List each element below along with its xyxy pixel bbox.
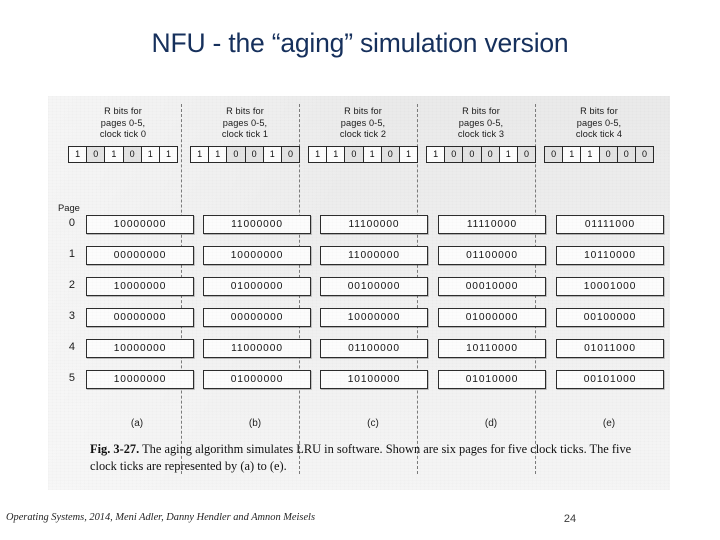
r-bit-cell: 1 (363, 146, 382, 162)
r-bit-cell: 0 (87, 146, 106, 162)
r-bit-cell: 0 (617, 146, 636, 162)
r-bit-cell: 0 (481, 146, 500, 162)
r-bit-cell: 1 (159, 146, 178, 162)
r-bit-cell: 1 (141, 146, 160, 162)
counter-box: 10110000 (556, 246, 664, 265)
counter-box: 10000000 (86, 339, 194, 358)
counter-box: 01000000 (438, 308, 546, 327)
figure-number: Fig. 3-27. (90, 442, 140, 456)
subfigure-label-a: (a) (130, 418, 144, 429)
table-row: 10000000 11000000 11100000 11110000 0111… (48, 215, 670, 236)
counter-box: 10100000 (320, 370, 428, 389)
counter-box: 00000000 (86, 308, 194, 327)
subfigure-label-b: (b) (248, 418, 262, 429)
counter-box: 00100000 (320, 277, 428, 296)
subfigure-label-e: (e) (602, 418, 616, 429)
table-row: 00000000 00000000 10000000 01000000 0010… (48, 308, 670, 329)
column-header: R bits for pages 0-5, clock tick 2 (339, 106, 387, 140)
counter-box: 01000000 (203, 277, 311, 296)
table-row: 10000000 01000000 10100000 01010000 0010… (48, 370, 670, 391)
table-row: 10000000 01000000 00100000 00010000 1000… (48, 277, 670, 298)
r-bit-cell: 0 (227, 146, 246, 162)
r-bit-cell: 1 (399, 146, 418, 162)
r-bits-strip: 1 1 0 1 0 1 (308, 145, 418, 163)
column-header: R bits for pages 0-5, clock tick 1 (221, 106, 269, 140)
counter-box: 01100000 (438, 246, 546, 265)
table-row: 10000000 11000000 01100000 10110000 0101… (48, 339, 670, 360)
r-bit-cell: 1 (263, 146, 282, 162)
counter-box: 01111000 (556, 215, 664, 234)
r-bits-strip: 0 1 1 0 0 0 (544, 145, 654, 163)
figure-caption: Fig. 3-27. The aging algorithm simulates… (90, 441, 635, 475)
counter-box: 00010000 (438, 277, 546, 296)
tick-column-b: R bits for pages 0-5, clock tick 1 1 1 0… (188, 106, 302, 163)
subfigure-label-d: (d) (484, 418, 498, 429)
r-bit-cell: 1 (309, 146, 328, 162)
r-bit-cell: 0 (635, 146, 654, 162)
figure-caption-text: The aging algorithm simulates LRU in sof… (90, 442, 632, 473)
table-row: 00000000 10000000 11000000 01100000 1011… (48, 246, 670, 267)
r-bit-cell: 0 (545, 146, 564, 162)
counter-box: 10000000 (320, 308, 428, 327)
r-bit-cell: 0 (463, 146, 482, 162)
slide-footer: Operating Systems, 2014, Meni Adler, Dan… (6, 512, 315, 523)
counter-box: 11000000 (203, 339, 311, 358)
r-bit-cell: 1 (427, 146, 446, 162)
tick-column-d: R bits for pages 0-5, clock tick 3 1 0 0… (424, 106, 538, 163)
counter-box: 11000000 (203, 215, 311, 234)
counter-box: 00000000 (86, 246, 194, 265)
r-bits-strip: 1 1 0 0 1 0 (190, 145, 300, 163)
counter-box: 10000000 (86, 370, 194, 389)
counter-box: 00100000 (556, 308, 664, 327)
column-header: R bits for pages 0-5, clock tick 0 (99, 106, 147, 140)
r-bit-cell: 0 (245, 146, 264, 162)
r-bit-cell: 0 (281, 146, 300, 162)
subfigure-label-c: (c) (367, 418, 379, 429)
figure-image: R bits for pages 0-5, clock tick 0 1 0 1… (48, 96, 670, 490)
column-header: R bits for pages 0-5, clock tick 3 (457, 106, 505, 140)
column-header: R bits for pages 0-5, clock tick 4 (575, 106, 623, 140)
r-bit-cell: 1 (581, 146, 600, 162)
tick-column-c: R bits for pages 0-5, clock tick 2 1 1 0… (306, 106, 420, 163)
r-bit-cell: 1 (563, 146, 582, 162)
r-bit-cell: 1 (69, 146, 88, 162)
tick-column-a: R bits for pages 0-5, clock tick 0 1 0 1… (66, 106, 180, 163)
counter-box: 11100000 (320, 215, 428, 234)
tick-column-e: R bits for pages 0-5, clock tick 4 0 1 1… (542, 106, 656, 163)
counter-box: 01000000 (203, 370, 311, 389)
r-bit-cell: 0 (381, 146, 400, 162)
r-bit-cell: 1 (191, 146, 210, 162)
counter-box: 10001000 (556, 277, 664, 296)
r-bit-cell: 0 (345, 146, 364, 162)
r-bit-cell: 0 (123, 146, 142, 162)
r-bit-cell: 1 (327, 146, 346, 162)
r-bit-cell: 0 (599, 146, 618, 162)
r-bits-strip: 1 0 0 0 1 0 (426, 145, 536, 163)
counter-box: 10000000 (86, 277, 194, 296)
r-bit-cell: 1 (499, 146, 518, 162)
r-bits-strip: 1 0 1 0 1 1 (68, 145, 178, 163)
counter-box: 10000000 (86, 215, 194, 234)
counter-box: 11000000 (320, 246, 428, 265)
page-title: NFU - the “aging” simulation version (151, 28, 569, 58)
counter-box: 01010000 (438, 370, 546, 389)
r-bit-cell: 0 (517, 146, 536, 162)
r-bit-cell: 1 (209, 146, 228, 162)
counter-box: 00101000 (556, 370, 664, 389)
r-bit-cell: 1 (105, 146, 124, 162)
r-bit-cell: 0 (445, 146, 464, 162)
counter-box: 10000000 (203, 246, 311, 265)
counter-box: 01100000 (320, 339, 428, 358)
page-column-header: Page (58, 202, 80, 213)
counter-box: 01011000 (556, 339, 664, 358)
slide-number: 24 (563, 513, 577, 525)
counter-box: 11110000 (438, 215, 546, 234)
counter-box: 10110000 (438, 339, 546, 358)
counter-box: 00000000 (203, 308, 311, 327)
